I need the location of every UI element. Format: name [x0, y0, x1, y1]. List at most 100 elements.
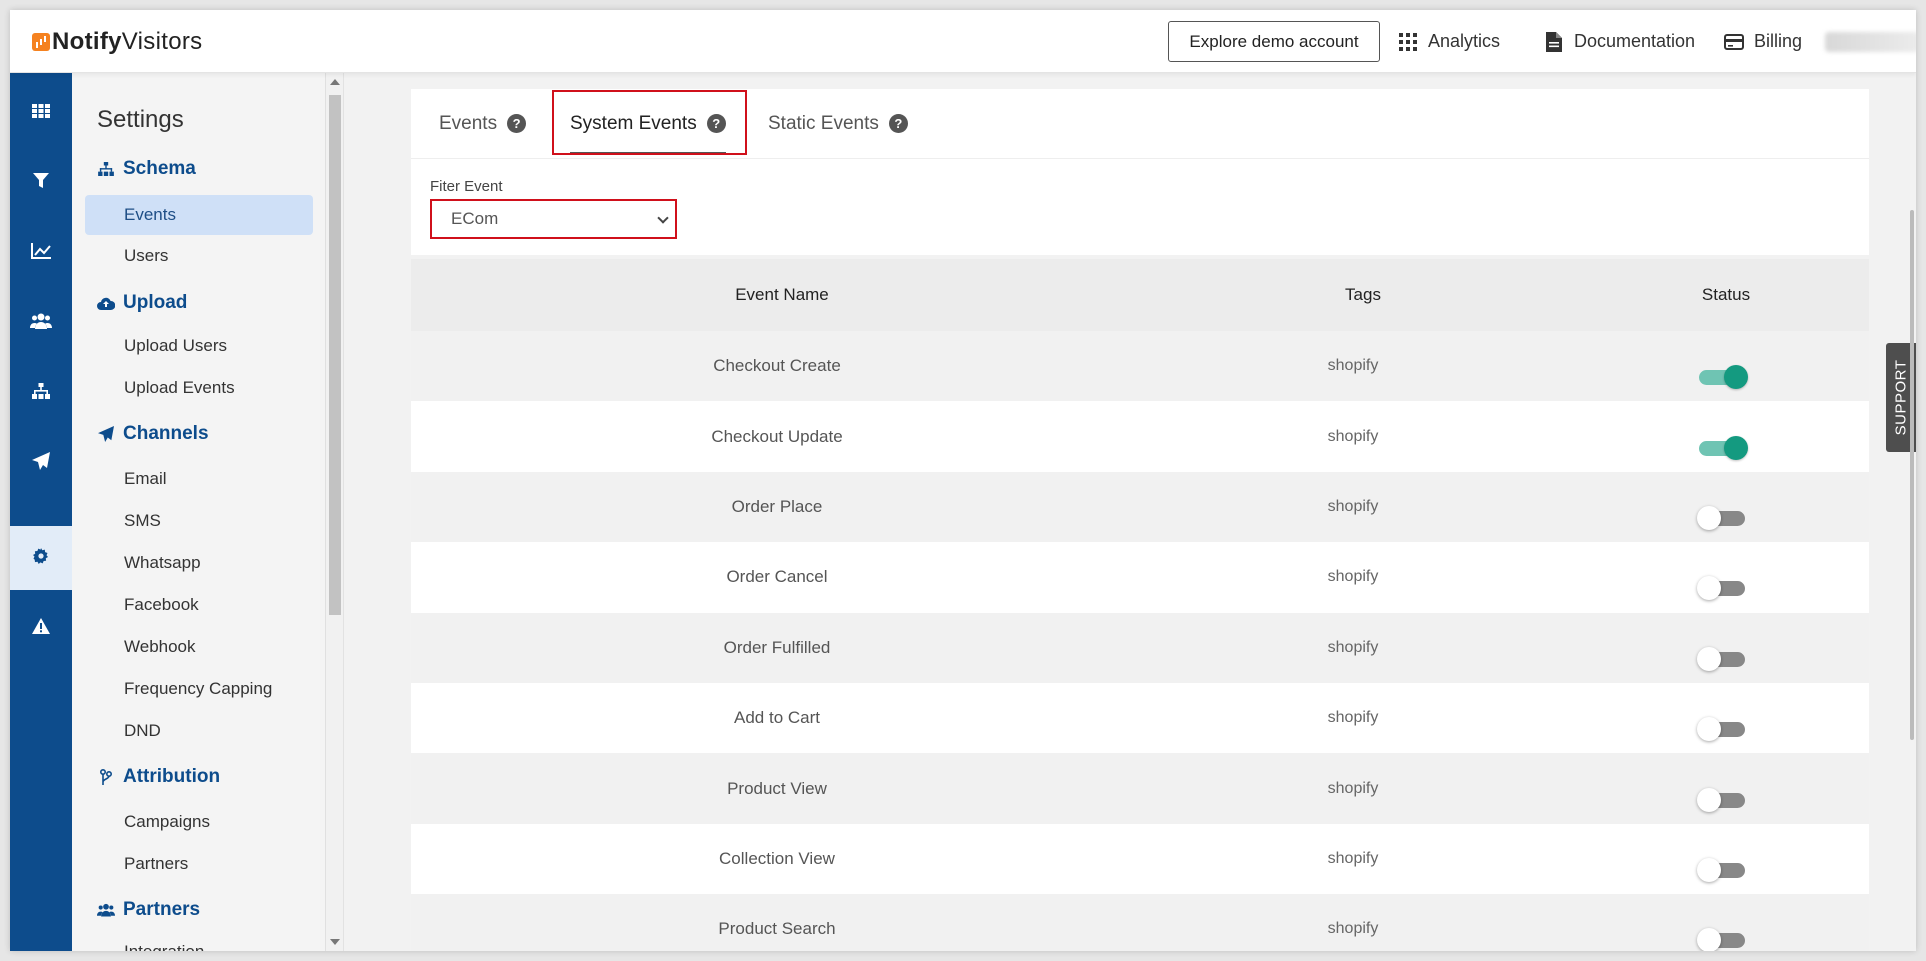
event-name-cell: Product Search	[718, 919, 836, 939]
tab-events-label: Events	[439, 112, 498, 134]
header-analytics-link[interactable]: Analytics	[1398, 31, 1500, 52]
status-toggle[interactable]	[1697, 857, 1749, 883]
rail-alerts[interactable]	[10, 596, 72, 660]
funnel-icon	[33, 172, 49, 194]
tab-static-events[interactable]: Static Events ?	[768, 89, 908, 158]
section-partners-label: Partners	[123, 899, 201, 920]
status-toggle[interactable]	[1697, 505, 1749, 531]
tab-static-events-label: Static Events	[768, 112, 879, 134]
header-status: Status	[1701, 285, 1751, 304]
status-toggle[interactable]	[1697, 646, 1749, 672]
scroll-down-arrow-icon[interactable]	[330, 939, 340, 945]
grid-icon	[1398, 32, 1418, 52]
chart-icon	[31, 242, 51, 264]
rail-users[interactable]	[10, 291, 72, 355]
section-schema-label: Schema	[123, 158, 196, 179]
rail-settings[interactable]	[10, 526, 72, 590]
notifyvisitors-logo[interactable]: NotifyVisitors	[32, 28, 202, 56]
system-events-table: Event Name Tags Status Checkout Create sh…	[411, 259, 1869, 951]
event-tag-cell: shopify	[1327, 920, 1379, 938]
card-icon	[1724, 32, 1744, 52]
toggle-knob	[1724, 365, 1748, 390]
toggle-knob	[1697, 787, 1721, 812]
event-name-cell: Order Cancel	[726, 567, 828, 587]
sidebar-item-integration[interactable]: Integration	[85, 932, 313, 951]
page-scrollbar[interactable]	[1910, 210, 1914, 740]
status-cell	[1563, 894, 1869, 951]
tab-events[interactable]: Events ?	[439, 89, 527, 158]
event-tag-cell: shopify	[1327, 568, 1379, 586]
status-toggle[interactable]	[1697, 787, 1749, 813]
sidebar-item-webhook[interactable]: Webhook	[85, 627, 313, 667]
section-schema: Schema	[97, 158, 196, 180]
header-analytics-label: Analytics	[1428, 31, 1501, 51]
alert-icon	[32, 617, 50, 639]
send-icon	[97, 425, 115, 443]
help-icon[interactable]: ?	[888, 114, 908, 133]
rail-sitemap[interactable]	[10, 361, 72, 425]
status-cell	[1563, 401, 1869, 471]
sidebar-item-frequency-capping[interactable]: Frequency Capping	[85, 669, 313, 709]
rail-dashboard[interactable]	[10, 81, 72, 145]
status-toggle[interactable]	[1697, 435, 1749, 461]
filter-event-select[interactable]: ECom	[430, 199, 677, 239]
table-row: Order Fulfilled shopify	[411, 612, 1869, 683]
section-upload: Upload	[97, 292, 187, 314]
support-label: SUPPORT	[1892, 359, 1910, 436]
table-header: Event Name Tags Status	[411, 259, 1869, 331]
sidebar-item-events[interactable]: Events	[85, 195, 313, 235]
toggle-knob	[1697, 576, 1721, 601]
event-tag-cell: shopify	[1327, 849, 1379, 867]
explore-demo-account-button[interactable]: Explore demo account	[1168, 21, 1380, 62]
event-tag-cell: shopify	[1327, 497, 1379, 515]
send-icon	[32, 451, 50, 475]
section-channels-label: Channels	[123, 423, 209, 444]
status-toggle[interactable]	[1697, 575, 1749, 601]
sidebar-item-users[interactable]: Users	[85, 236, 313, 276]
settings-sidebar: Settings Schema Events Users Upload Uplo…	[72, 73, 344, 951]
main-content: Events ? System Events ? Static Events ?…	[344, 73, 1916, 951]
event-name-cell: Checkout Create	[713, 356, 841, 376]
rail-analytics[interactable]	[10, 221, 72, 285]
event-name-cell: Collection View	[719, 848, 835, 868]
gear-icon	[33, 547, 49, 569]
scroll-up-arrow-icon[interactable]	[330, 79, 340, 85]
sidebar-item-upload-users[interactable]: Upload Users	[85, 326, 313, 366]
header-billing-link[interactable]: Billing	[1724, 31, 1802, 52]
header-billing-label: Billing	[1754, 31, 1803, 51]
status-cell	[1563, 613, 1869, 683]
header-tags: Tags	[1345, 285, 1381, 304]
table-row: Checkout Create shopify	[411, 331, 1869, 402]
filter-event-label: Fiter Event	[430, 178, 503, 195]
logo-icon	[32, 33, 50, 51]
status-cell	[1563, 683, 1869, 753]
section-partners: Partners	[97, 899, 200, 921]
branch-icon	[97, 768, 115, 786]
sidebar-item-email[interactable]: Email	[85, 459, 313, 499]
sidebar-item-facebook[interactable]: Facebook	[85, 585, 313, 625]
document-icon	[1544, 31, 1564, 52]
sidebar-item-partners[interactable]: Partners	[85, 844, 313, 884]
sidebar-item-dnd[interactable]: DND	[85, 711, 313, 751]
event-tag-cell: shopify	[1327, 779, 1379, 797]
rail-funnel[interactable]	[10, 151, 72, 215]
user-account-menu[interactable]	[1825, 32, 1916, 52]
cloud-upload-icon	[97, 294, 115, 312]
table-row: Product View shopify	[411, 753, 1869, 824]
sidebar-item-campaigns[interactable]: Campaigns	[85, 802, 313, 842]
sidebar-item-sms[interactable]: SMS	[85, 501, 313, 541]
section-attribution: Attribution	[97, 766, 220, 788]
status-toggle[interactable]	[1697, 364, 1749, 390]
sidebar-item-whatsapp[interactable]: Whatsapp	[85, 543, 313, 583]
help-icon[interactable]: ?	[507, 114, 527, 133]
section-upload-label: Upload	[123, 292, 188, 313]
event-name-cell: Checkout Update	[711, 426, 843, 446]
rail-campaigns[interactable]	[10, 431, 72, 495]
event-name-cell: Product View	[727, 778, 827, 798]
header-documentation-link[interactable]: Documentation	[1544, 31, 1695, 52]
sidebar-scrollbar[interactable]	[325, 73, 343, 951]
status-toggle[interactable]	[1697, 927, 1749, 951]
sidebar-item-upload-events[interactable]: Upload Events	[85, 368, 313, 408]
status-toggle[interactable]	[1697, 716, 1749, 742]
sidebar-scroll-thumb[interactable]	[329, 95, 341, 615]
